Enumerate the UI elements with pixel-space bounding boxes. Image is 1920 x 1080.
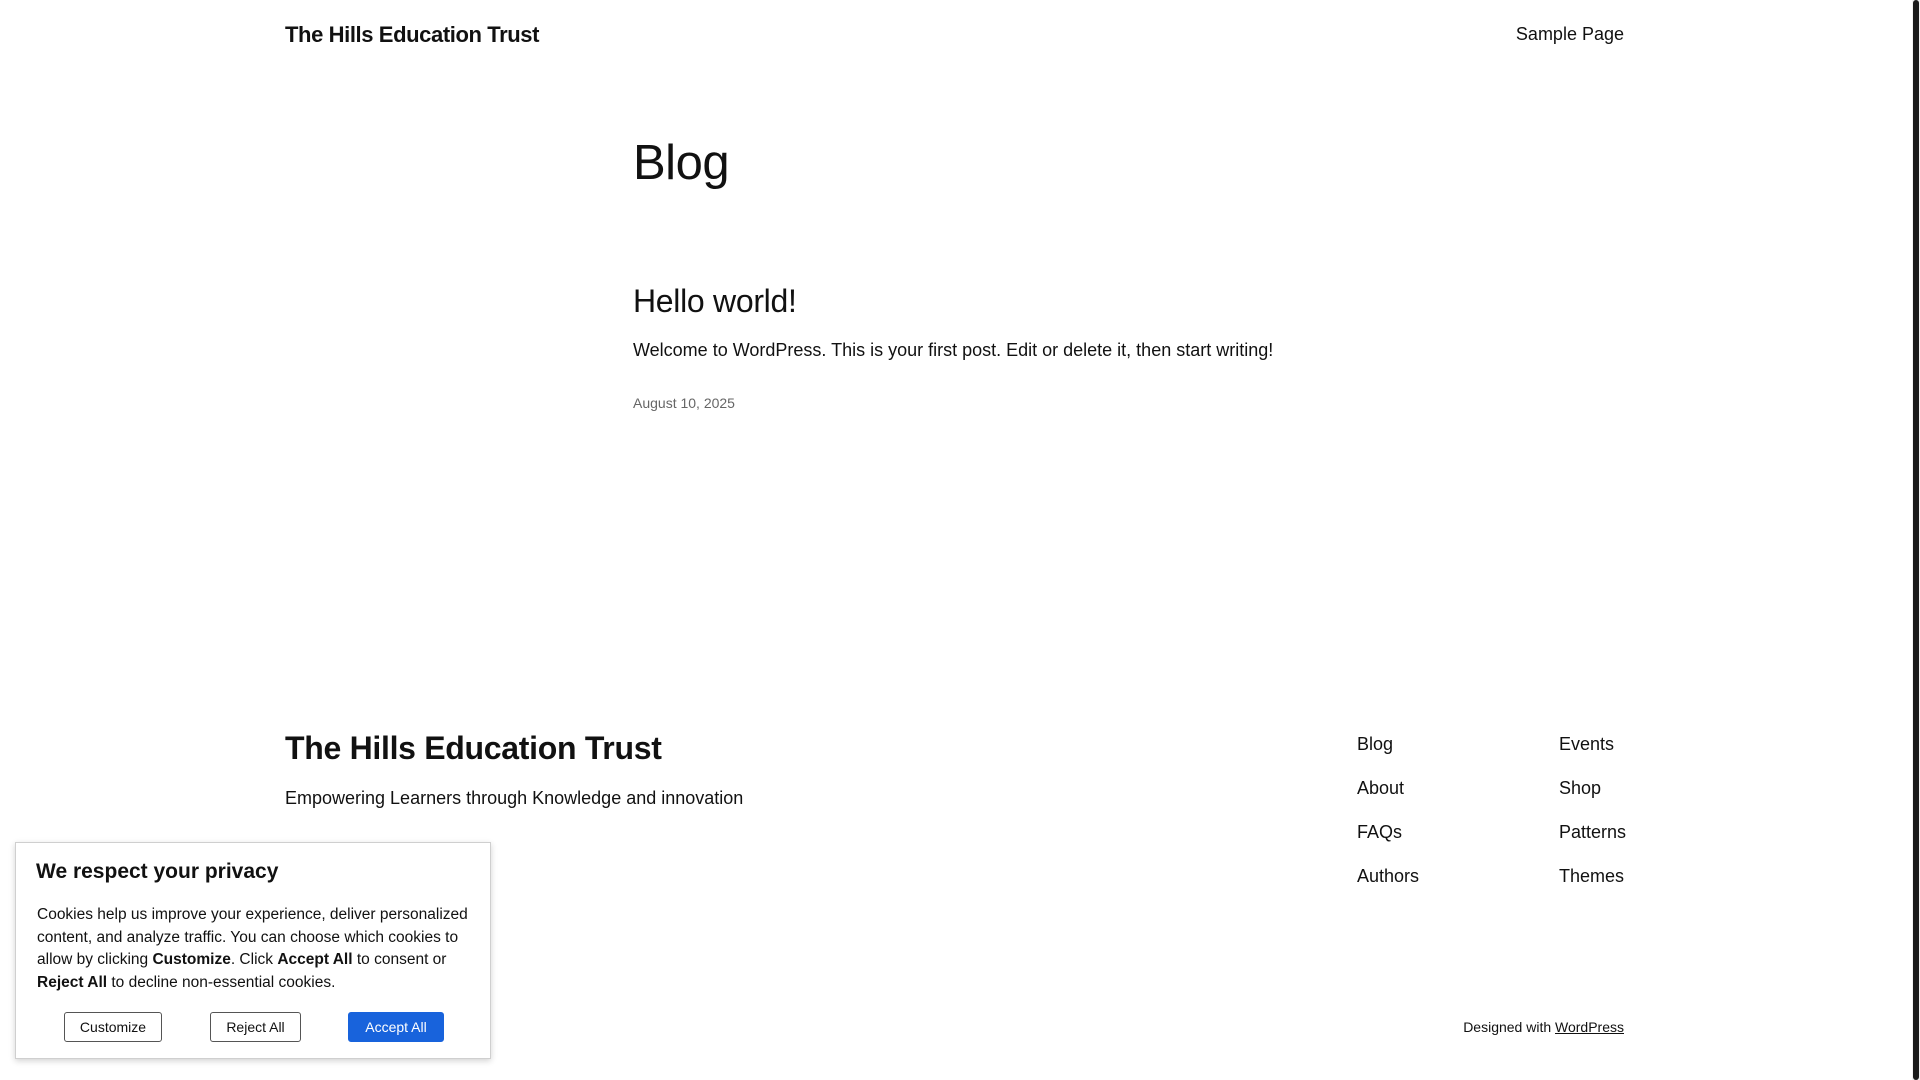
cookie-banner-title: We respect your privacy	[36, 860, 279, 883]
post-date-link[interactable]: August 10, 2025	[633, 395, 735, 411]
post-excerpt: Welcome to WordPress. This is your first…	[633, 340, 1274, 360]
footer-link-patterns[interactable]: Patterns	[1559, 822, 1679, 866]
page: The Hills Education Trust Sample Page Bl…	[0, 0, 1912, 1080]
page-scrollbar[interactable]	[1912, 0, 1920, 1080]
nav-sample-page-link[interactable]: Sample Page	[1516, 24, 1624, 45]
footer-link-shop[interactable]: Shop	[1559, 778, 1679, 822]
footer-nav-column-2: Events Shop Patterns Themes	[1559, 734, 1679, 910]
cookie-text-part-3: to consent or	[352, 951, 447, 968]
footer-link-events[interactable]: Events	[1559, 734, 1679, 778]
post-title-link[interactable]: Hello world!	[633, 283, 797, 320]
credit-prefix: Designed with	[1463, 1019, 1556, 1035]
accept-all-button[interactable]: Accept All	[348, 1012, 444, 1042]
cookie-banner-description: Cookies help us improve your experience,…	[37, 904, 477, 994]
cookie-text-part-4: to decline non-essential cookies.	[107, 973, 336, 991]
wordpress-link[interactable]: WordPress	[1555, 1019, 1624, 1035]
scrollbar-thumb[interactable]	[1913, 0, 1919, 1080]
footer-site-title-link[interactable]: The Hills Education Trust	[285, 730, 662, 767]
site-title-link[interactable]: The Hills Education Trust	[285, 22, 539, 48]
cookie-text-reject: Reject All	[37, 973, 108, 991]
cookie-text-part-2: . Click	[230, 951, 278, 968]
reject-all-button[interactable]: Reject All	[210, 1012, 301, 1042]
cookie-text-accept: Accept All	[277, 951, 353, 968]
footer-link-blog[interactable]: Blog	[1357, 734, 1477, 778]
footer-link-authors[interactable]: Authors	[1357, 866, 1477, 910]
customize-button[interactable]: Customize	[64, 1012, 162, 1042]
footer-nav-column-1: Blog About FAQs Authors	[1357, 734, 1477, 910]
footer-tagline: Empowering Learners through Knowledge an…	[285, 788, 744, 808]
page-title: Blog	[633, 136, 730, 190]
cookie-consent-banner: We respect your privacy Cookies help us …	[15, 842, 491, 1059]
footer-link-faqs[interactable]: FAQs	[1357, 822, 1477, 866]
footer-credit: Designed with WordPress	[1463, 1019, 1624, 1035]
cookie-text-customize: Customize	[152, 951, 231, 968]
footer-link-themes[interactable]: Themes	[1559, 866, 1679, 910]
footer-link-about[interactable]: About	[1357, 778, 1477, 822]
